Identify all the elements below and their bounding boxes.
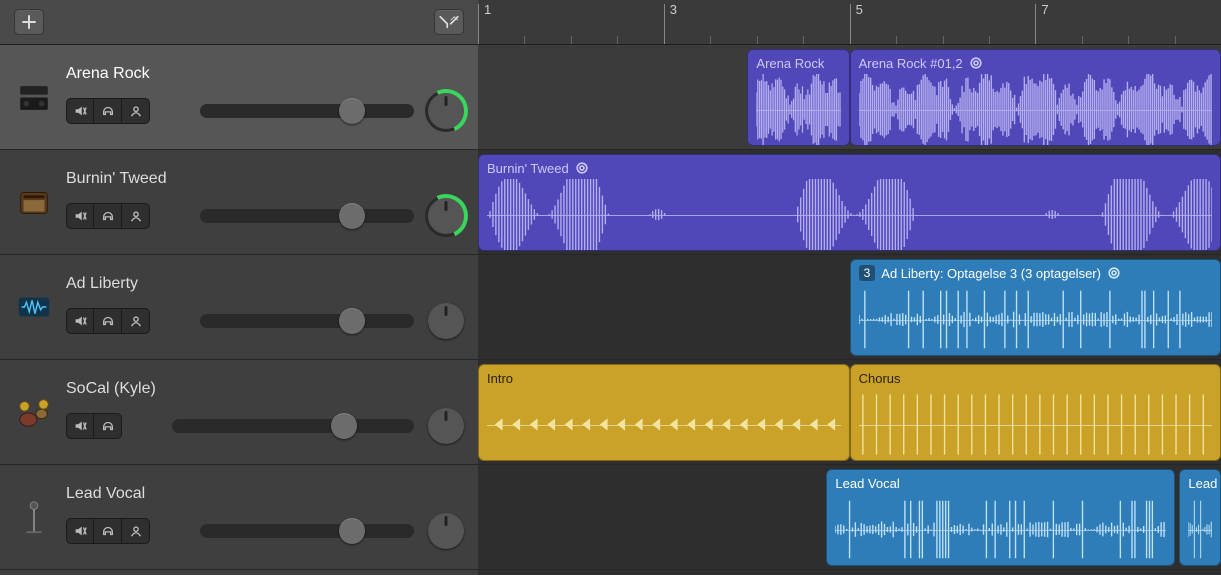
input-monitor-button[interactable]	[94, 98, 122, 124]
region[interactable]: 3 Ad Liberty: Optagelse 3 (3 optagelser)	[850, 259, 1221, 356]
region-label: Lead Vocal	[835, 476, 899, 491]
ruler-bar-number: 7	[1041, 2, 1048, 17]
amp-combo-icon	[14, 182, 54, 222]
waveform	[859, 389, 1213, 460]
ruler-bar-marker: 3	[664, 4, 665, 44]
drums-icon	[14, 392, 54, 432]
record-enable-button[interactable]	[122, 308, 150, 334]
arrange-area[interactable]: Arena Rock Arena Rock #01,2 Burnin' Tweed 3…	[478, 45, 1221, 575]
waveform	[487, 179, 1212, 250]
ruler-bar-marker: 5	[850, 4, 851, 44]
ruler-bar-marker: 1	[478, 4, 479, 44]
input-monitor-button[interactable]	[94, 413, 122, 439]
region[interactable]: Arena Rock	[747, 49, 849, 146]
region[interactable]: Lead	[1179, 469, 1221, 566]
track-header[interactable]: Ad Liberty	[0, 255, 478, 360]
region-label: Intro	[487, 371, 513, 386]
track-name[interactable]: Ad Liberty	[66, 275, 464, 293]
volume-slider[interactable]	[200, 524, 414, 538]
track-name[interactable]: Lead Vocal	[66, 485, 464, 503]
volume-thumb[interactable]	[339, 203, 365, 229]
volume-slider[interactable]	[200, 104, 414, 118]
pan-knob[interactable]	[428, 303, 464, 339]
amp-head-icon	[14, 77, 54, 117]
track-header[interactable]: Burnin' Tweed	[0, 150, 478, 255]
volume-thumb[interactable]	[339, 308, 365, 334]
volume-slider[interactable]	[172, 419, 414, 433]
volume-thumb[interactable]	[339, 98, 365, 124]
waveform	[1188, 494, 1212, 565]
waveform	[859, 284, 1213, 355]
region-label: Lead	[1188, 476, 1217, 491]
mute-button[interactable]	[66, 308, 94, 334]
ruler-bar-number: 5	[856, 2, 863, 17]
region[interactable]: Lead Vocal	[826, 469, 1174, 566]
region-label: Arena Rock	[756, 56, 824, 71]
input-monitor-button[interactable]	[94, 518, 122, 544]
record-enable-button[interactable]	[122, 203, 150, 229]
track-header[interactable]: Arena Rock	[0, 45, 478, 150]
pan-knob[interactable]	[428, 513, 464, 549]
mute-button[interactable]	[66, 518, 94, 544]
volume-thumb[interactable]	[339, 518, 365, 544]
pan-knob[interactable]	[428, 198, 464, 234]
track-header[interactable]: SoCal (Kyle)	[0, 360, 478, 465]
filter-button[interactable]	[434, 9, 464, 35]
record-enable-button[interactable]	[122, 98, 150, 124]
waveform	[835, 494, 1165, 565]
region[interactable]: Burnin' Tweed	[478, 154, 1221, 251]
volume-slider[interactable]	[200, 314, 414, 328]
waveform	[756, 74, 840, 145]
track-name[interactable]: Arena Rock	[66, 65, 464, 83]
region[interactable]: Arena Rock #01,2	[850, 49, 1221, 146]
input-monitor-button[interactable]	[94, 203, 122, 229]
loop-icon	[575, 161, 589, 175]
region-label: Chorus	[859, 371, 901, 386]
add-track-button[interactable]	[14, 9, 44, 35]
region-label: Arena Rock #01,2	[859, 56, 963, 71]
region[interactable]: Chorus	[850, 364, 1221, 461]
track-header[interactable]: Lead Vocal	[0, 465, 478, 570]
track-name[interactable]: Burnin' Tweed	[66, 170, 464, 188]
mute-button[interactable]	[66, 413, 94, 439]
volume-thumb[interactable]	[331, 413, 357, 439]
ruler-bar-number: 3	[670, 2, 677, 17]
loop-icon	[969, 56, 983, 70]
input-monitor-button[interactable]	[94, 308, 122, 334]
pan-knob[interactable]	[428, 93, 464, 129]
ruler-bar-number: 1	[484, 2, 491, 17]
ruler-bar-marker: 7	[1035, 4, 1036, 44]
mic-icon	[14, 497, 54, 537]
pan-knob[interactable]	[428, 408, 464, 444]
waveform	[487, 389, 841, 460]
track-name[interactable]: SoCal (Kyle)	[66, 380, 464, 398]
track-list: Arena Rock Burnin' Tweed Ad Liberty SoCal (…	[0, 45, 478, 575]
loop-icon	[1107, 266, 1121, 280]
timeline-ruler[interactable]: 1 3 5 7	[478, 0, 1221, 45]
track-toolbar	[0, 0, 478, 45]
record-enable-button[interactable]	[122, 518, 150, 544]
mute-button[interactable]	[66, 203, 94, 229]
take-badge: 3	[859, 265, 876, 281]
region-label: Burnin' Tweed	[487, 161, 569, 176]
region-label: Ad Liberty: Optagelse 3 (3 optagelser)	[881, 266, 1101, 281]
mute-button[interactable]	[66, 98, 94, 124]
waveform	[859, 74, 1213, 145]
volume-slider[interactable]	[200, 209, 414, 223]
waveform-icon	[14, 287, 54, 327]
region[interactable]: Intro	[478, 364, 850, 461]
